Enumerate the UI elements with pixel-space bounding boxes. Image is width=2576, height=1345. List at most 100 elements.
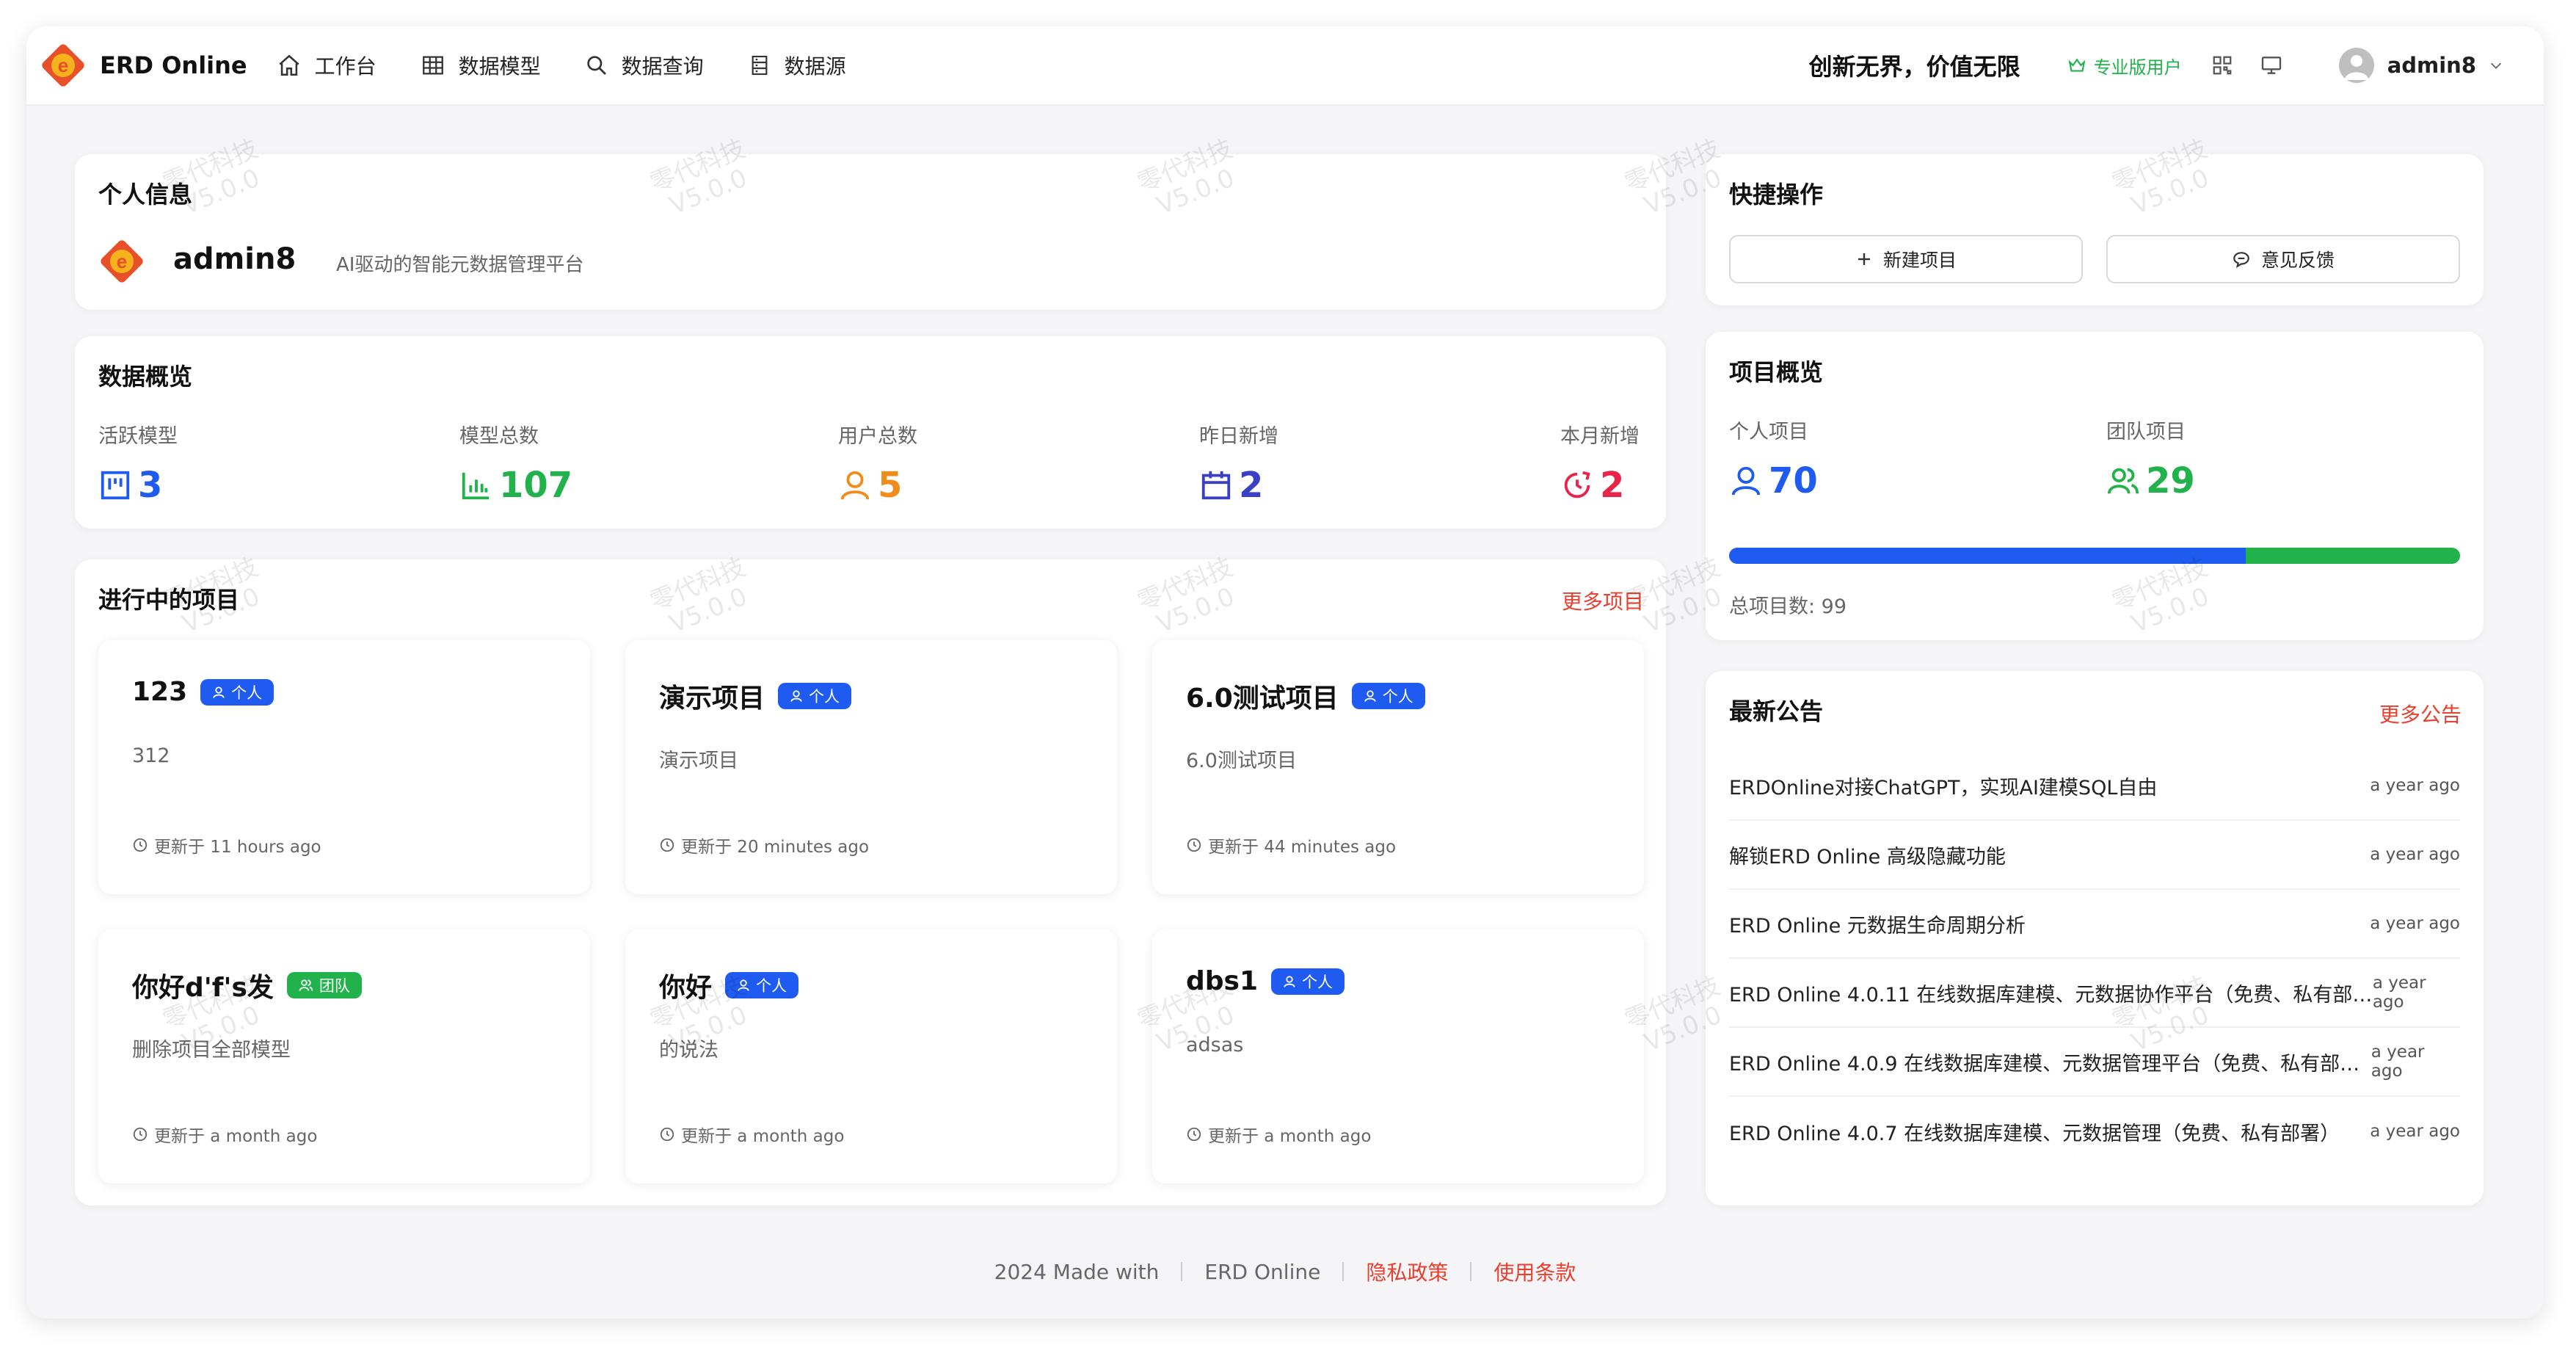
profile-name: admin8 (173, 242, 296, 276)
desktop-button[interactable] (2260, 54, 2283, 77)
project-card[interactable]: 123 个人 312 更新于 11 hours ago (98, 640, 590, 894)
stat-value: 107 (499, 465, 573, 506)
projects-card: 进行中的项目 更多项目 123 个人 312 更新于 11 hours ago … (75, 559, 1666, 1206)
button-label: 新建项目 (1882, 250, 1957, 271)
personal-segment (1729, 548, 2246, 564)
card-title: 数据概览 (98, 363, 193, 391)
project-desc: adsas (1186, 1034, 1244, 1056)
logo[interactable]: e ERD Online (37, 39, 247, 92)
stat-label: 团队项目 (2106, 421, 2186, 443)
terms-link[interactable]: 使用条款 (1493, 1257, 1576, 1286)
notice-time: a year ago (2370, 914, 2460, 933)
profile-logo-icon: e (95, 235, 148, 288)
notice-title: ERDOnline对接ChatGPT，实现AI建模SQL自由 (1729, 776, 2158, 800)
stat-total-users: 用户总数 5 (838, 420, 917, 506)
clock-icon (660, 1127, 674, 1142)
stat-label: 本月新增 (1560, 425, 1640, 448)
project-updated: 更新于 a month ago (681, 1127, 845, 1146)
divider (1181, 1262, 1183, 1281)
notice-item[interactable]: ERD Online 4.0.9 在线数据库建模、元数据管理平台（免费、私有部署… (1729, 1028, 2460, 1097)
nav-label: 数据模型 (458, 54, 541, 79)
team-segment (2246, 548, 2460, 564)
notice-item[interactable]: ERD Online 4.0.11 在线数据库建模、元数据协作平台（免费、私有部… (1729, 959, 2460, 1028)
personal-projects-stat: 个人项目 70 (1729, 416, 1818, 501)
username: admin8 (2387, 53, 2476, 78)
tag-personal: 个人 (1271, 968, 1345, 995)
project-name: 演示项目 (659, 684, 765, 714)
project-updated: 更新于 44 minutes ago (1208, 838, 1397, 857)
user-icon (790, 690, 802, 702)
user-icon (738, 979, 749, 991)
notice-title: ERD Online 4.0.9 在线数据库建模、元数据管理平台（免费、私有部署… (1729, 1052, 2371, 1076)
kanban-icon (101, 471, 130, 500)
tag-personal: 个人 (778, 683, 852, 709)
project-desc: 演示项目 (659, 750, 738, 772)
plus-icon (1858, 253, 1870, 265)
nav-data-model[interactable]: 数据模型 (421, 51, 541, 80)
header-right: 创新无界，价值无限 专业版用户 admin8 (1809, 48, 2533, 83)
stat-yesterday-new: 昨日新增 2 (1199, 420, 1278, 506)
stat-active-models: 活跃模型 3 (98, 420, 178, 506)
nav-label: 数据查询 (621, 54, 704, 79)
notice-item[interactable]: 解锁ERD Online 高级隐藏功能 a year ago (1729, 821, 2460, 890)
clock-icon (1187, 1127, 1201, 1142)
clock-icon (660, 838, 674, 852)
user-menu[interactable]: admin8 (2338, 48, 2504, 83)
stat-value: 2 (1600, 465, 1625, 506)
notice-item[interactable]: ERDOnline对接ChatGPT，实现AI建模SQL自由 a year ago (1729, 752, 2460, 821)
logo-text: ERD Online (100, 51, 247, 79)
project-updated: 更新于 20 minutes ago (681, 838, 870, 857)
project-overview-card: 项目概览 个人项目 70 团队项目 29 总项目数: 99 (1706, 332, 2484, 640)
project-ratio-bar (1729, 548, 2460, 564)
notice-item[interactable]: ERD Online 元数据生命周期分析 a year ago (1729, 890, 2460, 959)
footer-brand[interactable]: ERD Online (1204, 1260, 1320, 1284)
qrcode-button[interactable] (2211, 54, 2233, 76)
bar-chart-icon (462, 472, 490, 500)
project-card[interactable]: 演示项目 个人 演示项目 更新于 20 minutes ago (625, 640, 1117, 894)
feedback-button[interactable]: 意见反馈 (2106, 235, 2460, 283)
clock-icon (1187, 838, 1201, 852)
user-icon (1364, 690, 1376, 702)
project-card[interactable]: 你好d'f's发 团队 删除项目全部模型 更新于 a month ago (98, 929, 590, 1183)
data-overview-card: 数据概览 活跃模型 3 模型总数 107 用户总数 5 昨日新增 2 本月新增 … (75, 336, 1666, 529)
notice-time: a year ago (2370, 1122, 2460, 1141)
project-updated: 更新于 a month ago (154, 1127, 318, 1146)
quick-actions-card: 快捷操作 新建项目 意见反馈 (1706, 154, 2484, 305)
pro-user-badge[interactable]: 专业版用户 (2067, 53, 2182, 79)
more-projects-link[interactable]: 更多项目 (1562, 586, 1644, 615)
home-icon (279, 54, 299, 76)
app-window: e ERD Online 工作台 数据模型 数据查询 数据源 创新无界，价值无限… (26, 26, 2544, 1319)
team-icon (2107, 468, 2139, 494)
project-updated: 更新于 11 hours ago (154, 838, 321, 857)
more-notices-link[interactable]: 更多公告 (2379, 699, 2462, 728)
card-title: 快捷操作 (1729, 181, 1824, 209)
stat-value: 5 (878, 465, 903, 506)
notice-time: a year ago (2371, 1043, 2425, 1081)
user-icon (213, 686, 225, 698)
project-card[interactable]: dbs1 个人 adsas 更新于 a month ago (1152, 929, 1644, 1183)
project-card[interactable]: 6.0测试项目 个人 6.0测试项目 更新于 44 minutes ago (1152, 640, 1644, 894)
notice-time: a year ago (2370, 845, 2460, 864)
tag-label: 个人 (809, 688, 840, 706)
nav-data-query[interactable]: 数据查询 (585, 51, 704, 80)
notice-item[interactable]: ERD Online 4.0.7 在线数据库建模、元数据管理（免费、私有部署） a… (1729, 1097, 2460, 1166)
card-title: 项目概览 (1729, 358, 1824, 386)
new-project-button[interactable]: 新建项目 (1729, 235, 2083, 283)
stat-label: 昨日新增 (1199, 425, 1278, 448)
stat-value: 2 (1239, 465, 1264, 506)
notice-time: a year ago (2372, 974, 2426, 1012)
nav-workbench[interactable]: 工作台 (277, 51, 376, 80)
comment-icon (2233, 252, 2249, 269)
stat-value: 3 (138, 465, 163, 506)
project-name: 123 (132, 677, 188, 707)
tag-label: 个人 (1382, 688, 1413, 706)
user-icon (840, 471, 870, 500)
project-card[interactable]: 你好 个人 的说法 更新于 a month ago (625, 929, 1117, 1183)
privacy-link[interactable]: 隐私政策 (1366, 1257, 1448, 1286)
database-icon (752, 55, 768, 76)
pro-label: 专业版用户 (2093, 57, 2182, 78)
nav-data-source[interactable]: 数据源 (748, 51, 846, 80)
project-name: dbs1 (1186, 966, 1259, 996)
stat-label: 活跃模型 (98, 425, 178, 448)
search-icon (586, 56, 606, 75)
